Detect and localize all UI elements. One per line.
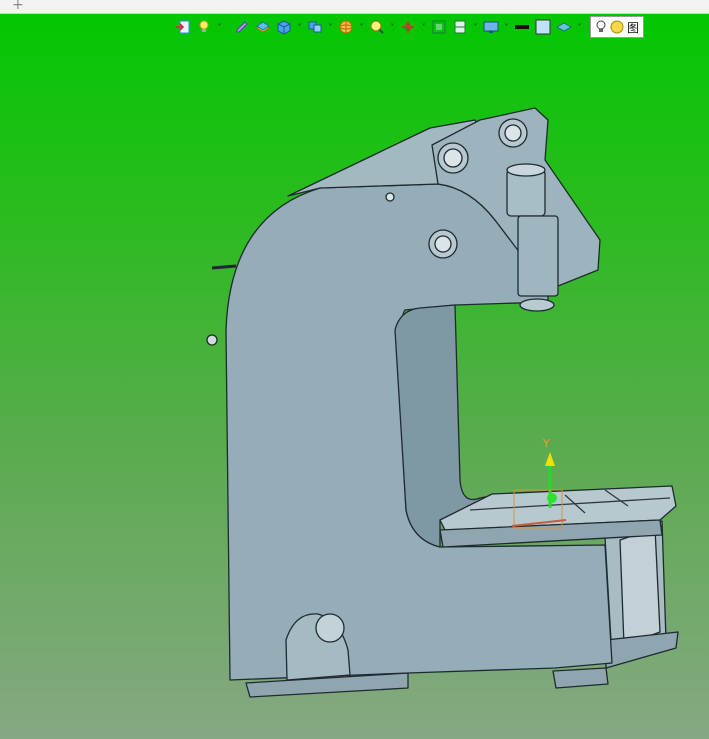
3d-viewport[interactable]: Y [0,40,709,739]
model-canvas[interactable]: Y [0,0,709,739]
press-model[interactable] [206,107,679,698]
y-axis-label: Y [542,437,550,450]
